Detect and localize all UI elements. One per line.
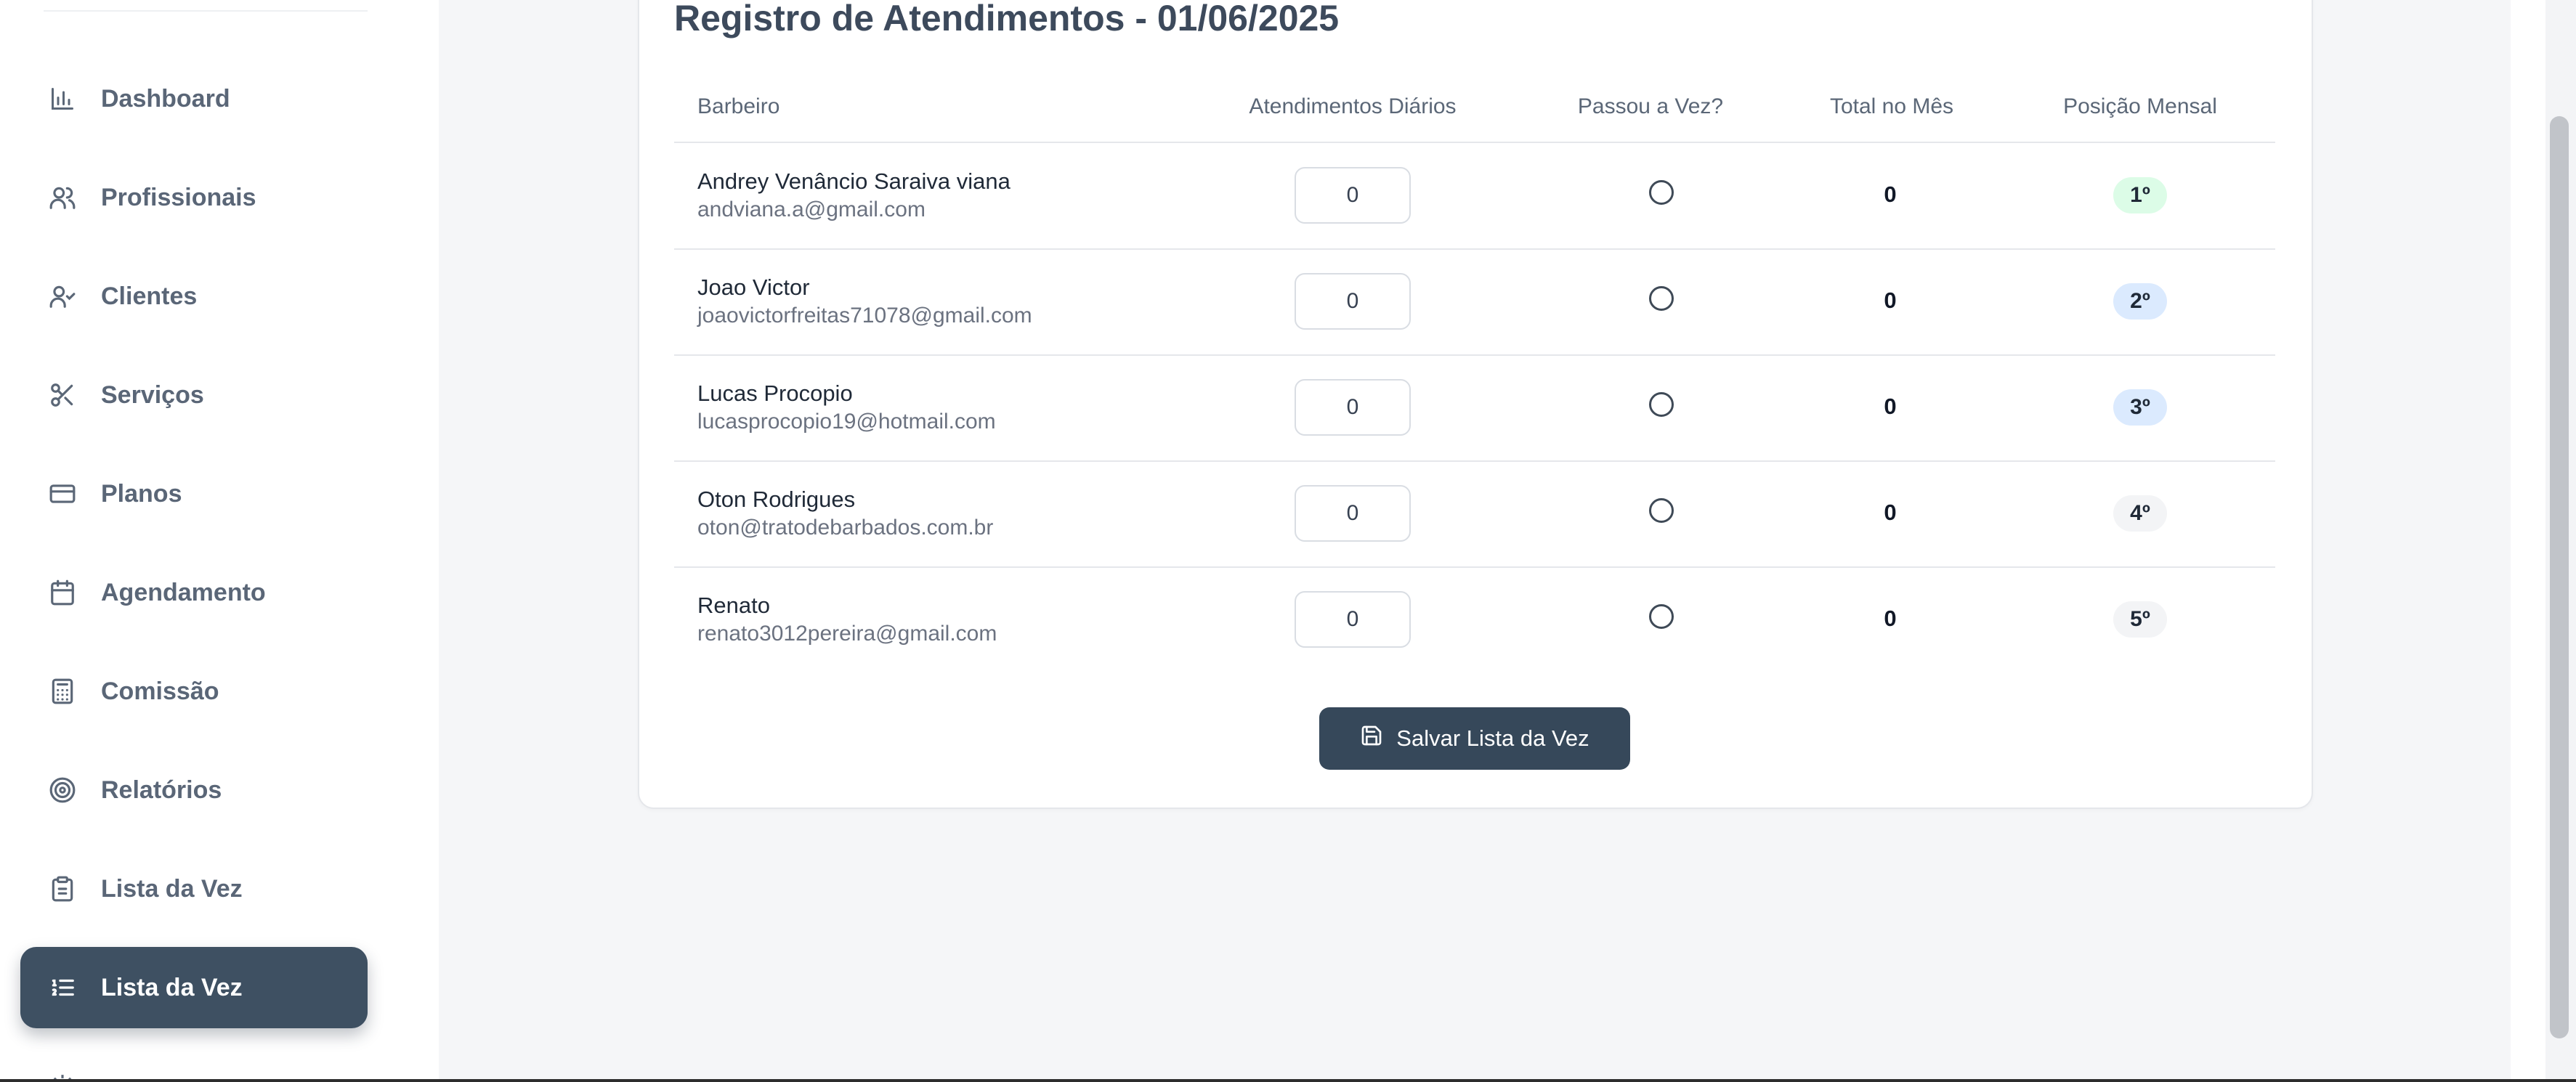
sidebar-item-label: Comissão [101,677,219,705]
daily-attendance-input[interactable] [1295,273,1411,330]
list-ordered-icon [48,973,77,1002]
sidebar-item-configuracoes[interactable] [20,1046,368,1082]
sidebar-item-agendamento[interactable]: Agendamento [20,552,368,633]
row-divider [674,566,2275,568]
column-header-daily: Atendimentos Diários [1249,94,1457,118]
barber-email: andviana.a@gmail.com [697,198,926,221]
sidebar: Dashboard Profissionais Clientes Serviço… [0,0,402,1082]
column-header-total: Total no Mês [1829,94,1954,118]
barber-name: Andrey Venâncio Saraiva viana [697,168,1010,194]
target-icon [48,776,77,805]
save-button-label: Salvar Lista da Vez [1396,725,1589,751]
sidebar-item-lista-da-vez[interactable]: Lista da Vez [20,848,368,930]
month-total: 0 [1884,500,1897,525]
scissors-icon [48,381,77,410]
sidebar-item-servicos[interactable]: Serviços [20,354,368,436]
sidebar-item-lista-da-vez-active[interactable]: Lista da Vez [20,947,368,1028]
row-divider [674,354,2275,356]
daily-attendance-input[interactable] [1295,591,1411,648]
user-check-icon [48,282,77,311]
page-title: Registro de Atendimentos - 01/06/2025 [674,0,1340,38]
users-icon [48,183,77,212]
header-divider [674,142,2275,143]
sidebar-item-label: Dashboard [101,84,230,113]
row-divider [674,248,2275,250]
sidebar-item-label: Planos [101,479,182,508]
barber-name: Joao Victor [697,274,810,300]
position-badge: 4º [2113,495,2167,532]
bar-chart-icon [48,84,77,113]
position-badge: 3º [2113,389,2167,426]
passou-a-vez-radio[interactable] [1649,392,1674,417]
barber-name: Lucas Procopio [697,381,853,406]
credit-card-icon [48,479,77,508]
passou-a-vez-radio[interactable] [1649,180,1674,205]
clipboard-list-icon [48,874,77,903]
sidebar-item-planos[interactable]: Planos [20,453,368,534]
barber-email: oton@tratodebarbados.com.br [697,516,994,540]
scrollbar-thumb[interactable] [2550,116,2569,1038]
barber-email: lucasprocopio19@hotmail.com [697,410,996,434]
month-total: 0 [1884,394,1897,419]
barber-email: renato3012pereira@gmail.com [697,622,997,646]
passou-a-vez-radio[interactable] [1649,604,1674,629]
position-badge: 2º [2113,283,2167,320]
sidebar-item-label: Lista da Vez [101,973,243,1001]
barber-name: Renato [697,593,770,618]
sidebar-item-clientes[interactable]: Clientes [20,256,368,337]
sidebar-item-label: Serviços [101,381,204,409]
column-header-passou: Passou a Vez? [1577,94,1724,118]
sidebar-item-label: Profissionais [101,183,256,211]
sidebar-item-profissionais[interactable]: Profissionais [20,157,368,238]
daily-attendance-input[interactable] [1295,485,1411,542]
attendance-card [638,0,2313,809]
sidebar-item-label: Relatórios [101,776,222,804]
position-badge: 1º [2113,177,2167,213]
calendar-icon [48,578,77,607]
sidebar-item-label: Lista da Vez [101,874,243,903]
daily-attendance-input[interactable] [1295,379,1411,436]
column-header-posicao: Posição Mensal [2063,94,2217,118]
passou-a-vez-radio[interactable] [1649,498,1674,523]
month-total: 0 [1884,182,1897,207]
sidebar-item-label: Agendamento [101,578,266,606]
month-total: 0 [1884,606,1897,631]
save-icon [1360,724,1383,753]
save-lista-da-vez-button[interactable]: Salvar Lista da Vez [1319,707,1630,770]
position-badge: 5º [2113,601,2167,638]
window-bottom-edge [0,1079,2576,1082]
daily-attendance-input[interactable] [1295,167,1411,224]
month-total: 0 [1884,288,1897,313]
barber-email: joaovictorfreitas71078@gmail.com [697,304,1032,328]
calculator-icon [48,677,77,706]
sidebar-item-comissao[interactable]: Comissão [20,651,368,732]
sidebar-item-dashboard[interactable]: Dashboard [20,58,368,139]
barber-name: Oton Rodrigues [697,487,856,512]
sidebar-item-relatorios[interactable]: Relatórios [20,749,368,831]
sidebar-divider [44,10,368,12]
sidebar-item-label: Clientes [101,282,198,310]
passou-a-vez-radio[interactable] [1649,286,1674,311]
row-divider [674,460,2275,462]
column-header-barbeiro: Barbeiro [697,94,780,118]
